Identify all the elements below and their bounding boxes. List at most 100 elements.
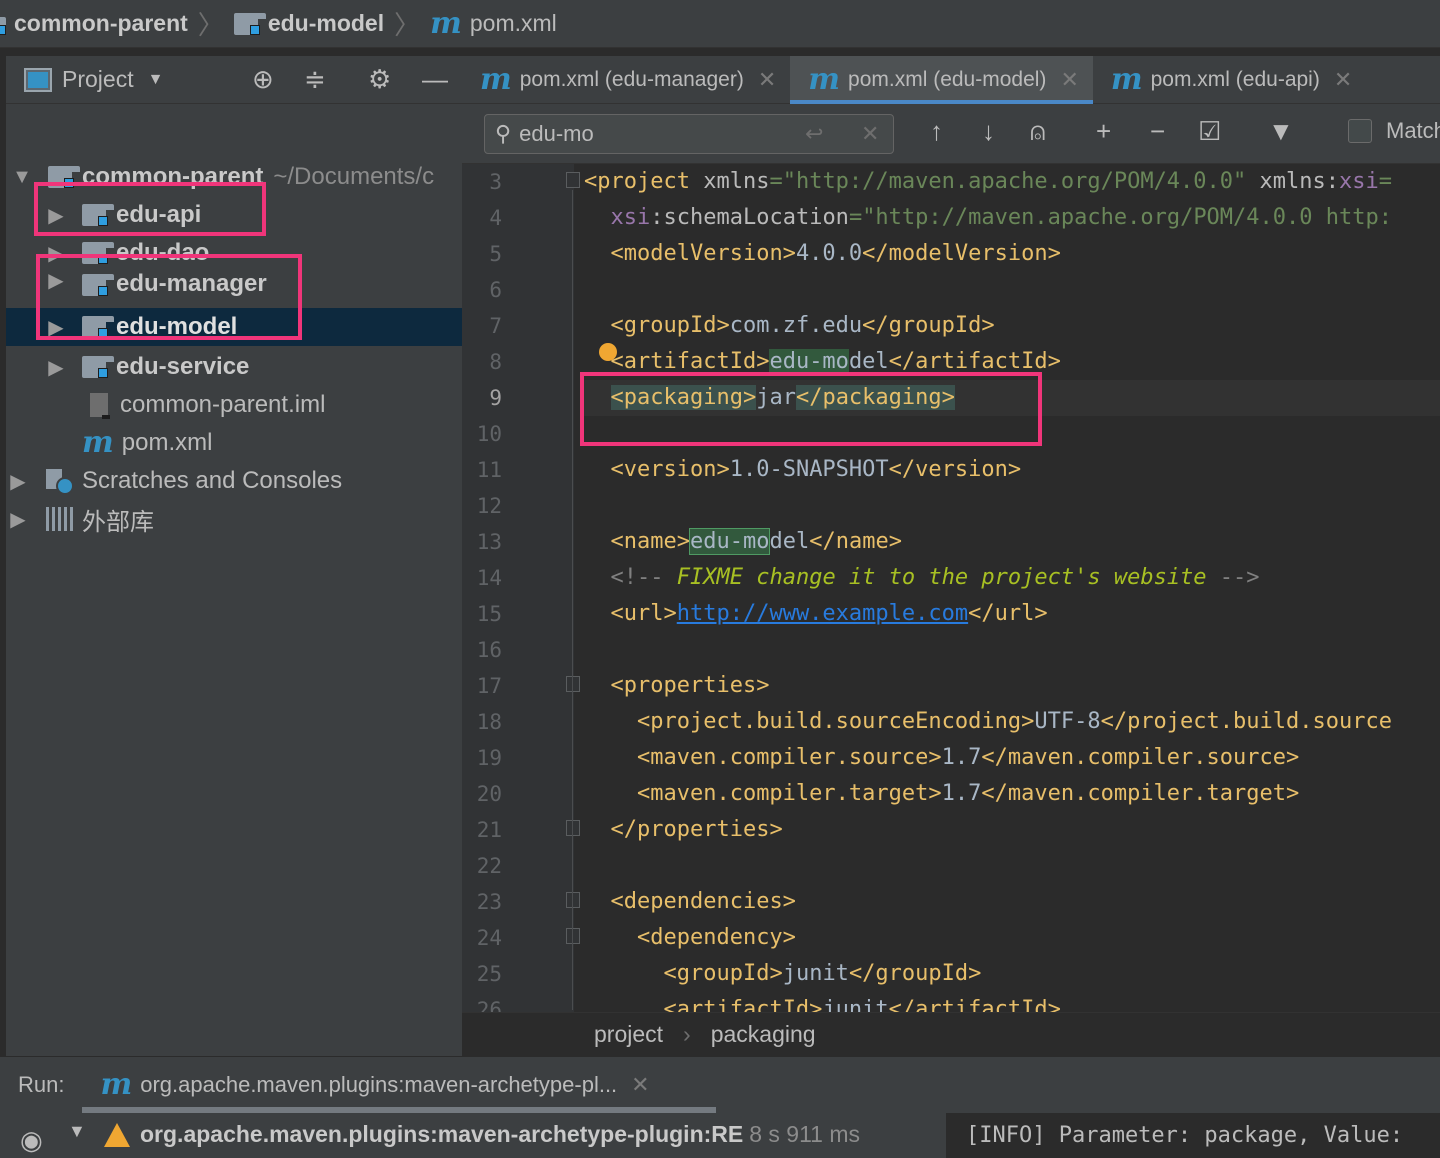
tree-item-label: edu-service: [116, 353, 250, 380]
previous-occurrence-icon[interactable]: ↑: [930, 116, 943, 147]
locate-icon[interactable]: ⊕: [252, 64, 274, 95]
line-number: 5: [489, 242, 502, 266]
match-case-checkbox[interactable]: [1348, 119, 1372, 143]
chevron-right-icon[interactable]: ▶: [44, 355, 68, 380]
project-panel-header: Project ▼ ⊕ ≑ ⚙ —: [6, 56, 462, 104]
next-occurrence-icon[interactable]: ↓: [982, 116, 995, 147]
code-line-15: <url>http://www.example.com</url>: [610, 601, 1048, 626]
code-line-14: <!-- FIXME change it to the project's we…: [610, 565, 1260, 590]
run-task-label: org.apache.maven.plugins:maven-archetype…: [140, 1121, 744, 1147]
code-line-19: <maven.compiler.source>1.7</maven.compil…: [636, 745, 1300, 770]
line-number: 17: [476, 674, 502, 698]
line-number: 23: [476, 890, 502, 914]
line-number: 26: [476, 998, 502, 1012]
clear-icon[interactable]: ✕: [861, 121, 879, 147]
tree-item-edu-service[interactable]: ▶ edu-service: [6, 348, 462, 386]
tree-item-scratches[interactable]: ▶ Scratches and Consoles: [6, 462, 462, 500]
folder-icon: [0, 13, 6, 35]
search-field[interactable]: ⚲ ↩ ✕: [484, 113, 894, 154]
nav-crumb-common-parent[interactable]: common-parent 〉: [0, 5, 234, 42]
fold-marker-icon[interactable]: [566, 820, 580, 836]
select-occurrences-icon[interactable]: ☑: [1198, 116, 1221, 147]
chevron-right-icon[interactable]: ▶: [6, 469, 30, 494]
line-number: 20: [476, 782, 502, 806]
tree-item-iml[interactable]: common-parent.iml: [6, 386, 462, 424]
fold-marker-icon[interactable]: [566, 676, 580, 692]
line-number: 13: [476, 530, 502, 554]
tab-pom-edu-manager[interactable]: m pom.xml (edu-manager) ✕: [462, 56, 790, 104]
run-tab-label[interactable]: org.apache.maven.plugins:maven-archetype…: [140, 1072, 617, 1098]
run-task-row[interactable]: org.apache.maven.plugins:maven-archetype…: [104, 1121, 944, 1148]
tab-label: pom.xml (edu-manager): [519, 68, 744, 91]
close-icon[interactable]: ✕: [758, 67, 776, 93]
nav-crumb-label: common-parent: [14, 10, 188, 36]
line-number: 15: [476, 602, 502, 626]
line-number: 19: [476, 746, 502, 770]
breadcrumb-packaging[interactable]: packaging: [711, 1021, 816, 1048]
nav-crumb-edu-model[interactable]: edu-model 〉: [233, 5, 430, 42]
code-line-21: </properties>: [610, 817, 783, 842]
hide-panel-icon[interactable]: —: [422, 64, 448, 95]
chevron-right-icon[interactable]: ▶: [6, 507, 30, 532]
filter-icon[interactable]: ▼: [1268, 116, 1294, 147]
line-number: 18: [476, 710, 502, 734]
chevron-down-icon[interactable]: ▼: [10, 166, 34, 189]
close-icon[interactable]: ✕: [631, 1072, 649, 1098]
close-icon[interactable]: ✕: [1334, 67, 1352, 93]
library-icon: [46, 507, 74, 531]
line-number: 6: [489, 278, 502, 302]
tree-item-path: ~/Documents/c: [273, 163, 435, 190]
find-bar: ⚲ ↩ ✕ ↑ ↓ ⍝ + − ☑ ▼ Match: [462, 104, 1440, 164]
close-icon[interactable]: ✕: [1060, 67, 1078, 93]
gear-icon[interactable]: ⚙: [368, 64, 391, 95]
annotation-box-packaging: [580, 372, 1042, 446]
maven-icon: m: [480, 62, 512, 97]
eye-icon[interactable]: ◉: [20, 1125, 43, 1156]
code-line-18: <project.build.sourceEncoding>UTF-8</pro…: [636, 709, 1392, 734]
console-output[interactable]: [INFO] Parameter: package, Value:: [946, 1113, 1440, 1158]
tab-label: pom.xml (edu-api): [1150, 68, 1320, 91]
nav-crumb-pom[interactable]: m pom.xml: [430, 8, 557, 39]
tab-pom-edu-api[interactable]: m pom.xml (edu-api) ✕: [1093, 56, 1366, 104]
chevron-right-icon: 〉: [197, 10, 224, 40]
lightbulb-icon[interactable]: [598, 343, 617, 361]
run-label: Run:: [18, 1072, 65, 1097]
remove-occurrence-icon[interactable]: −: [1150, 116, 1165, 147]
search-icon[interactable]: ⚲: [495, 121, 511, 147]
new-line-icon[interactable]: ↩: [805, 121, 823, 147]
fold-marker-icon[interactable]: [566, 172, 580, 188]
navigation-bar: common-parent 〉 edu-model 〉 m pom.xml: [0, 0, 1440, 48]
code-line-7: <groupId>com.zf.edu</groupId>: [610, 313, 995, 338]
add-occurrence-icon[interactable]: +: [1096, 116, 1111, 147]
code-editor[interactable]: 3 4 5 6 7 8 9 10 11 12 13 14 15 16 17 18 19 20 21 22 23 24 25 2…: [462, 164, 1440, 1012]
project-view-icon: [24, 67, 52, 92]
line-number: 9: [489, 386, 502, 410]
chevron-down-icon[interactable]: ▼: [68, 1121, 86, 1142]
collapse-all-icon[interactable]: ≑: [304, 64, 326, 95]
maven-icon: m: [808, 62, 841, 97]
fold-marker-icon[interactable]: [566, 892, 580, 908]
tree-item-pom[interactable]: m pom.xml: [6, 424, 462, 462]
project-view-selector[interactable]: Project: [62, 66, 134, 93]
tab-pom-edu-model[interactable]: m pom.xml (edu-model) ✕: [790, 56, 1093, 104]
select-all-occurrences-icon[interactable]: ⍝: [1030, 116, 1046, 148]
search-input[interactable]: [519, 120, 770, 147]
line-number: 14: [476, 566, 502, 590]
nav-crumb-label: pom.xml: [469, 10, 557, 36]
tree-item-external-libraries[interactable]: ▶ 外部库: [6, 500, 462, 538]
iml-file-icon: [90, 393, 110, 419]
fold-marker-icon[interactable]: [566, 928, 580, 944]
line-number: 11: [476, 458, 502, 482]
match-case-label: Match: [1386, 118, 1440, 143]
line-number: 25: [476, 962, 502, 986]
match-case-option[interactable]: Match: [1348, 118, 1440, 144]
breadcrumb-project[interactable]: project: [594, 1021, 663, 1048]
code-line-24: <dependency>: [636, 925, 796, 950]
annotation-box-edu-model-service: [36, 254, 302, 340]
line-number: 7: [489, 314, 502, 338]
maven-icon: m: [100, 1067, 133, 1102]
code-line-20: <maven.compiler.target>1.7</maven.compil…: [636, 781, 1300, 806]
tree-item-label: pom.xml: [121, 429, 213, 456]
chevron-right-icon: 〉: [394, 10, 421, 40]
chevron-down-icon[interactable]: ▼: [148, 71, 164, 89]
